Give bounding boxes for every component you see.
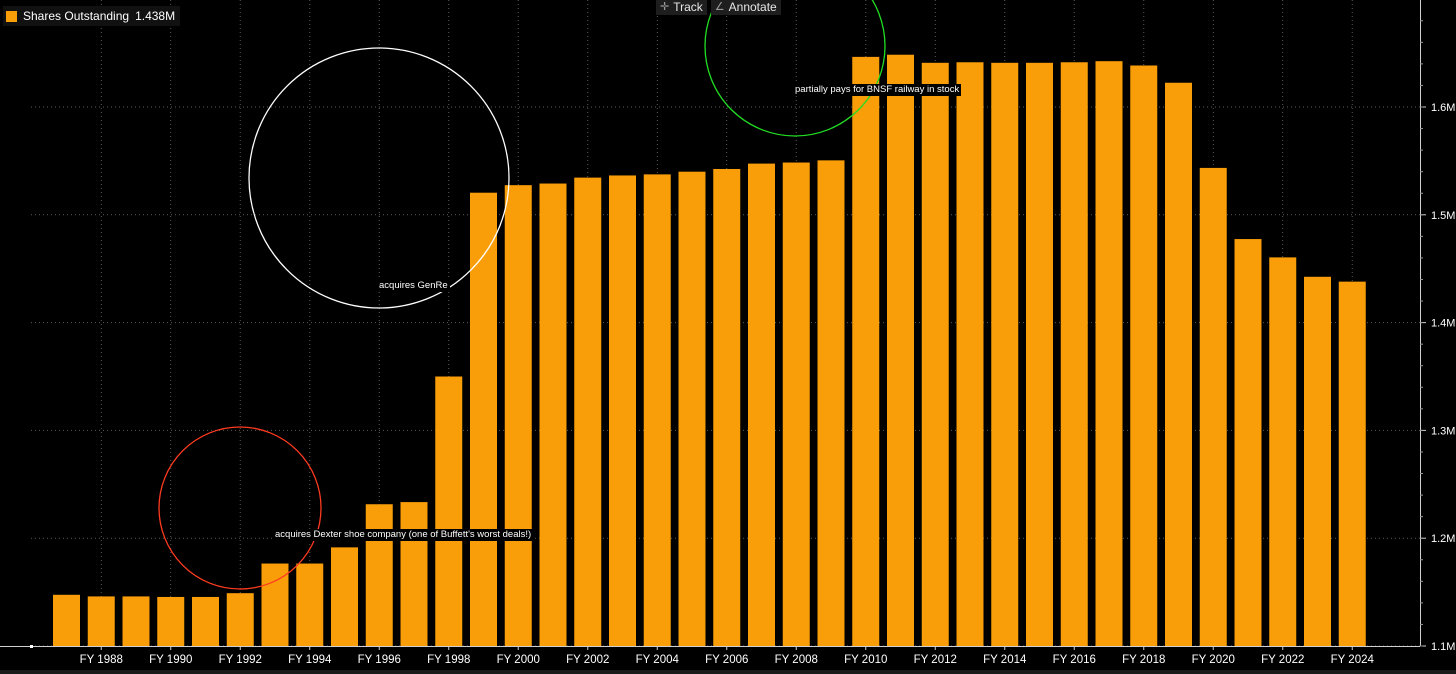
bars — [53, 54, 1366, 647]
x-tick-label: FY 1998 — [427, 654, 470, 666]
bar — [504, 185, 532, 646]
crosshair-icon: ✛ — [660, 1, 670, 13]
annotate-button[interactable]: ∠ Annotate — [710, 0, 781, 15]
legend-value: 1.438M — [135, 9, 176, 23]
y-tick-label: 1.6M — [1431, 102, 1455, 114]
bar — [609, 175, 636, 646]
track-label: Track — [673, 0, 703, 14]
x-tick-label: FY 2020 — [1192, 654, 1235, 666]
bar — [887, 54, 914, 647]
bar — [53, 594, 80, 646]
annotation-dexter[interactable]: acquires Dexter shoe company (one of Buf… — [273, 529, 534, 541]
bar — [539, 183, 567, 646]
bar — [817, 160, 845, 646]
bar — [852, 56, 880, 647]
bar — [1130, 65, 1158, 646]
bar — [1338, 281, 1366, 646]
bar — [226, 593, 254, 646]
x-tick-label: FY 1990 — [149, 654, 192, 666]
annotation-bnsf[interactable]: partially pays for BNSF railway in stock — [793, 84, 962, 96]
x-tick-label: FY 2002 — [566, 654, 609, 666]
legend-label: Shares Outstanding — [23, 9, 130, 23]
x-tick-label: FY 2014 — [983, 654, 1027, 666]
bar — [365, 504, 393, 646]
bar — [643, 174, 671, 646]
y-tick-label: 1.2M — [1431, 533, 1455, 545]
x-tick-label: FY 2000 — [497, 654, 540, 666]
bar — [678, 171, 706, 646]
bar — [192, 596, 219, 646]
bottom-strip — [0, 670, 1456, 674]
x-tick-label: FY 2024 — [1331, 654, 1375, 666]
x-tick-label: FY 1992 — [219, 654, 262, 666]
bar — [1234, 239, 1262, 646]
bar — [331, 547, 358, 646]
bar — [1269, 257, 1297, 646]
bar — [748, 163, 775, 646]
x-tick-label: FY 2006 — [705, 654, 748, 666]
x-tick-label: FY 2012 — [914, 654, 957, 666]
bar — [296, 563, 324, 646]
bar — [87, 596, 115, 646]
bar — [157, 596, 185, 646]
y-tick-label: 1.3M — [1431, 425, 1455, 437]
legend[interactable]: Shares Outstanding 1.438M — [3, 6, 181, 26]
x-tick-label: FY 2022 — [1261, 654, 1304, 666]
bar — [470, 192, 497, 647]
origin-marker — [30, 645, 33, 648]
bar — [1095, 61, 1123, 647]
bar — [782, 162, 810, 646]
bar — [956, 62, 984, 646]
bar — [1165, 82, 1192, 647]
bar — [1304, 276, 1331, 646]
x-tick-label: FY 2016 — [1053, 654, 1096, 666]
x-tick-label: FY 2018 — [1122, 654, 1165, 666]
x-tick-label: FY 1994 — [288, 654, 332, 666]
chart-toolbar: ✛ Track ∠ Annotate — [656, 0, 781, 15]
bar-chart: 1.1M 1.2M 1.3M 1.4M 1.5M 1.6M FY 1988 FY 1990 FY… — [0, 0, 1456, 674]
bar — [400, 502, 428, 646]
legend-swatch — [6, 10, 17, 22]
x-tick-label: FY 1988 — [80, 654, 123, 666]
x-tick-label: FY 1996 — [358, 654, 401, 666]
annotation-genre[interactable]: acquires GenRe — [377, 280, 450, 292]
bar — [991, 62, 1019, 646]
x-tick-label: FY 2008 — [775, 654, 818, 666]
bar — [713, 168, 741, 647]
bar — [122, 596, 150, 646]
bar — [435, 376, 463, 646]
bar — [1026, 62, 1053, 646]
bar — [574, 177, 602, 646]
y-tick-label: 1.1M — [1431, 641, 1455, 653]
y-tick-label: 1.4M — [1431, 318, 1455, 330]
y-tick-label: 1.5M — [1431, 210, 1455, 222]
x-tick-label: FY 2004 — [636, 654, 680, 666]
bar — [921, 62, 949, 646]
annotate-label: Annotate — [728, 0, 777, 14]
bar — [1199, 167, 1227, 647]
track-button[interactable]: ✛ Track — [656, 0, 707, 15]
bar — [1060, 62, 1088, 646]
pencil-icon: ∠ — [714, 1, 725, 13]
x-tick-label: FY 2010 — [844, 654, 887, 666]
